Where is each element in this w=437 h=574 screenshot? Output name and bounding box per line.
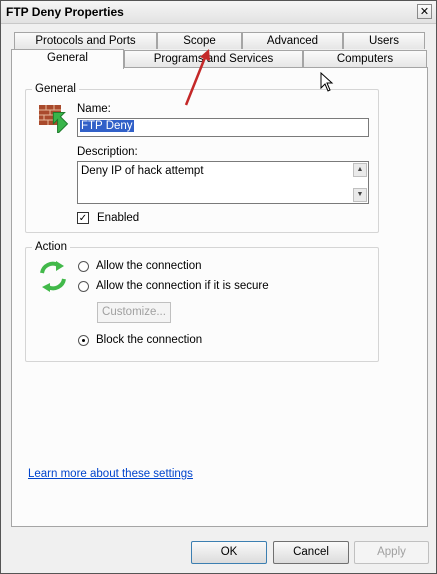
apply-label: Apply (377, 546, 406, 558)
enabled-label: Enabled (97, 212, 140, 224)
scroll-down-button[interactable]: ▼ (353, 188, 367, 202)
tab-protocols-and-ports[interactable]: Protocols and Ports (14, 32, 157, 49)
tab-label: Computers (336, 53, 394, 65)
tab-general[interactable]: General (11, 49, 124, 69)
cancel-button[interactable]: Cancel (273, 541, 349, 564)
window-title: FTP Deny Properties (6, 5, 124, 19)
title-bar: FTP Deny Properties ✕ (1, 1, 436, 24)
block-connection-label: Block the connection (96, 334, 203, 346)
learn-more-link[interactable]: Learn more about these settings (28, 468, 193, 480)
action-legend: Action (35, 241, 67, 253)
firewall-rule-icon (39, 105, 69, 133)
name-label: Name: (77, 103, 111, 115)
red-arrow-annotation (184, 49, 210, 106)
allow-secure-label: Allow the connection if it is secure (96, 280, 269, 292)
properties-dialog: FTP Deny Properties ✕ Protocols and Port… (0, 0, 437, 574)
customize-label: Customize... (102, 306, 166, 318)
allow-secure-radio[interactable] (78, 281, 89, 292)
block-connection-radio[interactable] (78, 335, 89, 346)
apply-button[interactable]: Apply (354, 541, 429, 564)
cancel-label: Cancel (293, 546, 329, 558)
allow-connection-label: Allow the connection (96, 260, 202, 272)
close-icon: ✕ (419, 6, 430, 18)
description-value: Deny IP of hack attempt (81, 165, 204, 177)
tab-computers[interactable]: Computers (303, 50, 427, 67)
general-legend: General (35, 83, 76, 95)
close-button[interactable]: ✕ (417, 4, 432, 19)
tab-label: Scope (183, 35, 216, 47)
description-label: Description: (77, 146, 138, 158)
enabled-checkbox[interactable]: ✓ (77, 212, 89, 224)
tab-label: Users (368, 35, 400, 47)
allow-connection-radio[interactable] (78, 261, 89, 272)
tab-label: General (47, 52, 88, 64)
tab-label: Advanced (266, 35, 319, 47)
description-field[interactable]: Deny IP of hack attempt ▲ ▼ (77, 161, 369, 204)
name-value: FTP Deny (80, 120, 134, 132)
ok-label: OK (220, 546, 238, 558)
scroll-up-button[interactable]: ▲ (353, 163, 367, 177)
customize-button[interactable]: Customize... (97, 302, 171, 323)
tab-label: Protocols and Ports (35, 35, 136, 47)
tab-users[interactable]: Users (343, 32, 425, 49)
name-field[interactable]: FTP Deny (77, 118, 369, 137)
ok-button[interactable]: OK (191, 541, 267, 564)
green-arrows-icon (40, 261, 66, 292)
cursor-icon (320, 72, 334, 92)
tab-advanced[interactable]: Advanced (242, 32, 343, 49)
